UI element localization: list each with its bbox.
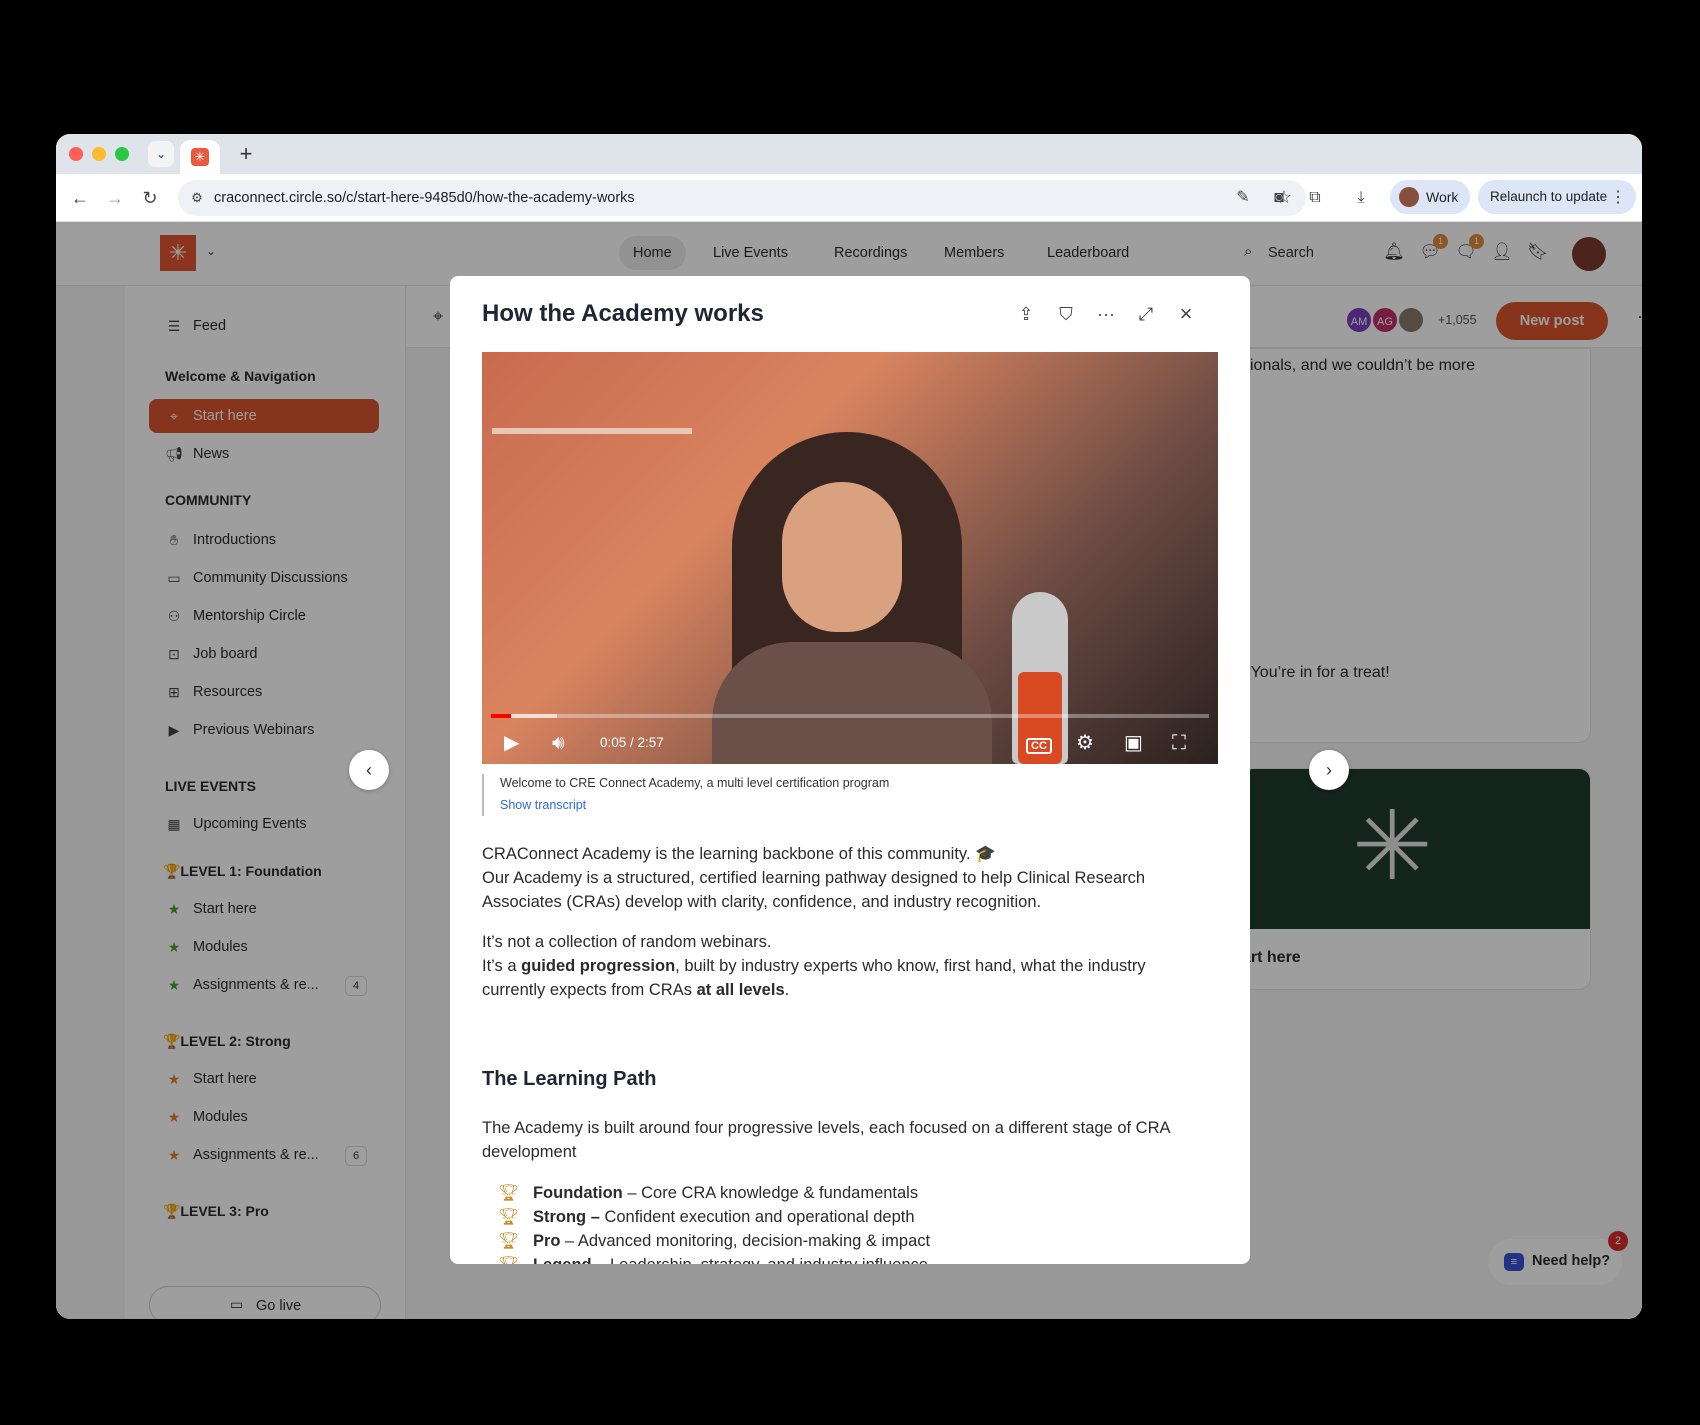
tab-strip: ⌄ ✳ + [56,134,1642,174]
trophy-icon: 🏆︎ [498,1208,519,1226]
modal-title: How the Academy works [482,300,764,327]
extensions-puzzle-icon[interactable]: ⧉ [1304,187,1326,209]
browser-window: ⌄ ✳ + ← → ↻ ⚙ craconnect.circle.so/c/sta… [56,134,1642,1319]
progression-line-1: It’s not a collection of random webinars… [482,933,772,951]
bold-text: at all levels [696,981,785,999]
text-span: It’s a [482,957,522,975]
level-list-item: 🏆︎ Strong – Confident execution and opera… [498,1208,915,1227]
reload-icon[interactable]: ↻ [138,186,162,210]
relaunch-label: Relaunch to update [1490,189,1608,204]
video-frame-face [782,482,902,632]
url-text: craconnect.circle.so/c/start-here-9485d0… [214,190,635,206]
profile-name: Work [1426,189,1459,205]
play-icon[interactable]: ▶ [504,730,519,756]
level-desc: Leadership, strategy, and industry influ… [605,1256,928,1264]
show-transcript-link[interactable]: Show transcript [500,798,586,812]
levels-intro: The Academy is built around four progres… [482,1119,1170,1161]
level-desc: – Advanced monitoring, decision-making &… [560,1232,931,1250]
bold-text: guided progression [521,957,676,975]
trophy-icon: 🏆︎ [498,1232,519,1250]
intro-line-2: Our Academy is a structured, certified l… [482,869,1146,911]
back-arrow-icon[interactable]: ← [68,186,92,210]
post-modal: How the Academy works ⇪ ⛉ ··· ⤢ × ▶ 🔊︎ 0… [450,276,1250,1264]
trophy-icon: 🏆︎ [498,1256,519,1264]
bookmark-icon[interactable]: ⛉ [1052,300,1080,328]
browser-toolbar: ← → ↻ ⚙ craconnect.circle.so/c/start-her… [56,174,1642,222]
video-frame-body [712,642,992,764]
progression-paragraph: It’s not a collection of random webinars… [482,930,1212,1002]
chevron-right-icon[interactable]: › [1309,750,1349,790]
level-desc: Confident execution and operational dept… [599,1208,915,1226]
video-time: 0:05 / 2:57 [600,735,664,750]
download-icon[interactable]: ⤓ [1350,187,1372,209]
tab-search-chevron-icon[interactable]: ⌄ [148,141,174,167]
video-frame-shelf [492,428,692,434]
profile-avatar [1399,187,1419,207]
video-progress-track[interactable] [491,714,1209,718]
level-name: Strong – [532,1208,600,1226]
expand-icon[interactable]: ⤢ [1132,300,1160,328]
share-icon[interactable]: ⇪ [1012,300,1040,328]
minimize-window-button[interactable] [92,147,106,161]
settings-gear-icon[interactable]: ⚙ [1076,730,1094,756]
level-list-item: 🏆︎ Foundation – Core CRA knowledge & fund… [498,1184,918,1203]
new-tab-plus-icon[interactable]: + [234,142,258,166]
trophy-icon: 🏆︎ [498,1184,519,1202]
maximize-window-button[interactable] [115,147,129,161]
more-horizontal-icon[interactable]: ··· [1092,300,1120,328]
level-list-item: 🏆︎ Pro – Advanced monitoring, decision-ma… [498,1232,930,1251]
text-span: . [784,981,790,999]
more-vertical-icon: ⋮ [1610,189,1626,206]
level-list-item: 🏆︎ Legend – Leadership, strategy, and ind… [498,1256,928,1264]
level-name: Pro [532,1232,561,1250]
video-progress-played [491,714,511,718]
forward-arrow-icon[interactable]: → [103,186,127,210]
intro-paragraph: CRAConnect Academy is the learning backb… [482,842,1212,914]
level-name: Legend – [533,1256,605,1264]
video-player[interactable]: ▶ 🔊︎ 0:05 / 2:57 CC ⚙ ▣ ⛶ [482,352,1218,764]
camera-extension-icon[interactable]: ◙ [1268,187,1290,209]
captions-icon[interactable]: CC [1026,730,1052,756]
close-icon[interactable]: × [1172,300,1200,328]
fullscreen-icon[interactable]: ⛶ [1172,730,1186,756]
relaunch-button[interactable]: Relaunch to update ⋮ [1478,180,1636,214]
site-favicon-icon: ✳ [191,148,209,166]
level-desc: – Core CRA knowledge & fundamentals [622,1184,919,1202]
video-caption: Welcome to CRE Connect Academy, a multi … [482,774,1218,816]
section-heading: The Learning Path [482,1068,657,1090]
volume-icon[interactable]: 🔊︎ [552,730,565,756]
progression-line-2: It’s a guided progression, built by indu… [482,954,1212,1002]
address-bar[interactable]: ⚙ craconnect.circle.so/c/start-here-9485… [178,180,1306,216]
miniplayer-icon[interactable]: ▣ [1124,730,1143,756]
chevron-left-icon[interactable]: ‹ [349,750,389,790]
profile-chip[interactable]: Work [1390,180,1470,214]
close-window-button[interactable] [69,147,83,161]
intro-line-1: CRAConnect Academy is the learning backb… [482,845,996,863]
browser-tab[interactable]: ✳ [180,140,220,174]
caption-text: Welcome to CRE Connect Academy, a multi … [500,776,890,790]
site-settings-icon[interactable]: ⚙ [188,189,206,207]
level-name: Foundation [532,1184,623,1202]
pen-extension-icon[interactable]: ✎ [1232,187,1254,209]
